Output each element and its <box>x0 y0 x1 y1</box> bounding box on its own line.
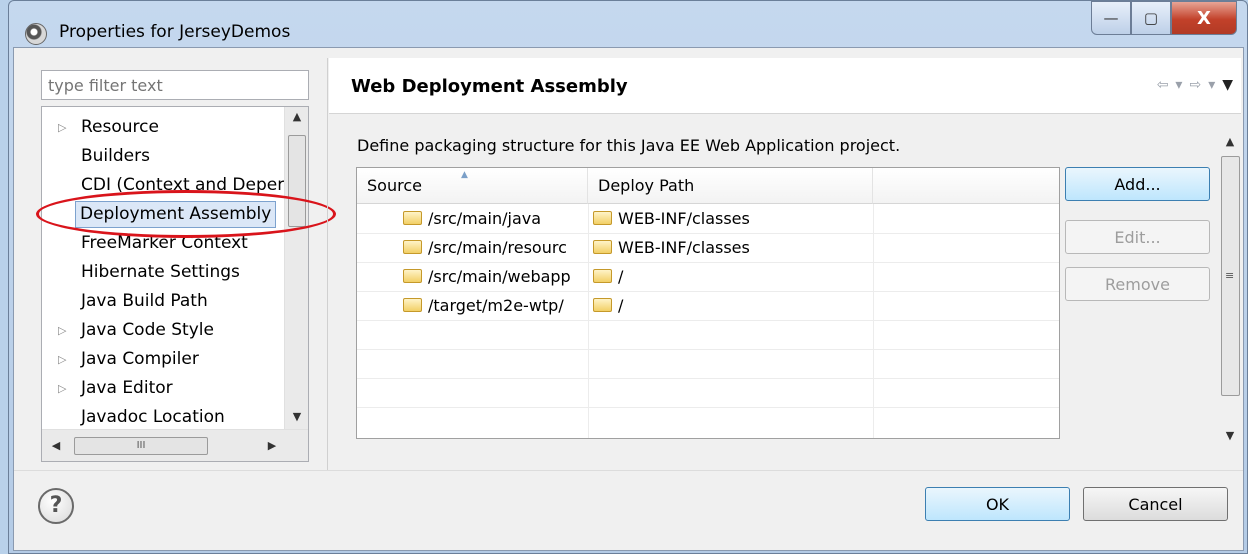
forward-history-dropdown-icon[interactable]: ▾ <box>1208 77 1215 93</box>
annotation-circle <box>36 190 336 238</box>
pane-divider <box>327 58 328 470</box>
row-divider <box>357 378 1059 379</box>
tree-item-java-code-style[interactable]: ▷ Java Code Style <box>42 316 284 345</box>
column-header-source[interactable]: ▲ Source <box>357 168 588 204</box>
folder-icon <box>593 269 612 283</box>
column-header-deploy-path[interactable]: Deploy Path <box>588 168 873 204</box>
help-icon[interactable]: ? <box>38 488 74 524</box>
tree-item-resource[interactable]: ▷ Resource <box>42 113 284 142</box>
scroll-thumb[interactable]: ≡ <box>1221 156 1240 396</box>
scroll-down-arrow-icon[interactable]: ▼ <box>1218 426 1242 446</box>
folder-icon <box>403 211 422 225</box>
tree-item-builders[interactable]: Builders <box>42 142 284 171</box>
forward-arrow-icon[interactable]: ⇨ <box>1189 77 1201 93</box>
remove-button[interactable]: Remove <box>1065 267 1210 301</box>
tree-horizontal-scrollbar[interactable]: ◀ III ▶ <box>42 429 308 461</box>
page-description: Define packaging structure for this Java… <box>357 136 901 155</box>
filter-input[interactable] <box>41 70 309 100</box>
scroll-left-arrow-icon[interactable]: ◀ <box>44 436 68 456</box>
ok-button[interactable]: OK <box>925 487 1070 521</box>
scroll-right-arrow-icon[interactable]: ▶ <box>260 436 284 456</box>
back-history-dropdown-icon[interactable]: ▾ <box>1175 77 1182 93</box>
page-navigation: ⇦ ▾ ⇨ ▾ ▼ <box>1157 77 1233 93</box>
column-divider <box>873 204 874 438</box>
page-title: Web Deployment Assembly <box>351 76 628 97</box>
view-menu-icon[interactable]: ▼ <box>1222 77 1233 93</box>
button-bar-separator <box>14 470 1243 471</box>
cancel-button[interactable]: Cancel <box>1083 487 1228 521</box>
tree-item-java-editor[interactable]: ▷ Java Editor <box>42 374 284 403</box>
row-divider <box>357 320 1059 321</box>
expand-arrow-icon[interactable]: ▷ <box>58 113 66 142</box>
folder-icon <box>593 211 612 225</box>
folder-icon <box>403 269 422 283</box>
expand-arrow-icon[interactable]: ▷ <box>58 316 66 345</box>
scroll-up-arrow-icon[interactable]: ▲ <box>1218 132 1242 152</box>
tree-item-hibernate-settings[interactable]: Hibernate Settings <box>42 258 284 287</box>
tree-item-java-compiler[interactable]: ▷ Java Compiler <box>42 345 284 374</box>
properties-dialog: Properties for JerseyDemos — ▢ X ▷ Resou… <box>8 0 1248 554</box>
scroll-grip-icon: ≡ <box>1225 269 1235 282</box>
folder-icon <box>593 240 612 254</box>
maximize-button[interactable]: ▢ <box>1131 1 1171 35</box>
row-divider <box>357 407 1059 408</box>
minimize-button[interactable]: — <box>1091 1 1131 35</box>
dialog-client-area: ▷ Resource Builders CDI (Context and Dep… <box>13 47 1244 551</box>
page-header: Web Deployment Assembly ⇦ ▾ ⇨ ▾ ▼ <box>329 58 1241 114</box>
deployment-table: ▲ Source Deploy Path /src/main/java WEB-… <box>356 167 1060 439</box>
sort-ascending-icon: ▲ <box>461 170 468 180</box>
property-page-tree: ▷ Resource Builders CDI (Context and Dep… <box>41 106 309 462</box>
tree-item-javadoc-location[interactable]: Javadoc Location <box>42 403 284 432</box>
page-vertical-scrollbar[interactable]: ▲ ≡ ▼ <box>1218 126 1244 494</box>
scroll-up-arrow-icon[interactable]: ▲ <box>285 107 308 127</box>
row-divider <box>357 349 1059 350</box>
expand-arrow-icon[interactable]: ▷ <box>58 345 66 374</box>
scroll-thumb[interactable]: III <box>74 437 208 455</box>
scroll-down-arrow-icon[interactable]: ▼ <box>285 407 308 427</box>
window-controls: — ▢ X <box>1091 1 1237 35</box>
add-button[interactable]: Add... <box>1065 167 1210 201</box>
folder-icon <box>403 240 422 254</box>
tree-item-java-build-path[interactable]: Java Build Path <box>42 287 284 316</box>
column-header-empty <box>873 168 1059 204</box>
edit-button[interactable]: Edit... <box>1065 220 1210 254</box>
folder-icon <box>403 298 422 312</box>
folder-icon <box>593 298 612 312</box>
eclipse-app-icon <box>25 23 47 45</box>
expand-arrow-icon[interactable]: ▷ <box>58 374 66 403</box>
window-title: Properties for JerseyDemos <box>59 22 291 42</box>
tree-vertical-scrollbar[interactable]: ▲ ▼ <box>284 107 308 429</box>
back-arrow-icon[interactable]: ⇦ <box>1157 77 1169 93</box>
close-button[interactable]: X <box>1171 1 1237 35</box>
column-divider <box>588 204 589 438</box>
